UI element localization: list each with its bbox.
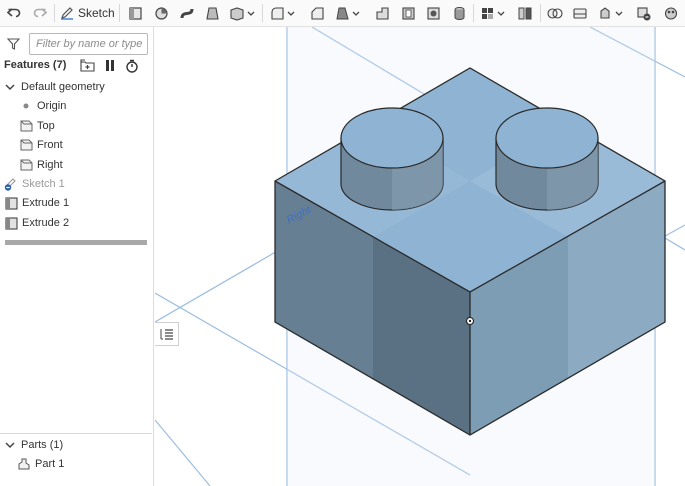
tree-item-origin[interactable]: Origin: [19, 97, 66, 115]
plane-icon: [19, 138, 33, 152]
rollback-bar[interactable]: [5, 240, 147, 245]
feature-filter-input[interactable]: [29, 33, 148, 55]
revolve-icon[interactable]: [151, 3, 171, 23]
filter-icon[interactable]: [7, 38, 20, 50]
toolbar-separator: [54, 4, 55, 22]
delete-part-icon[interactable]: [634, 3, 654, 23]
loft-icon[interactable]: [202, 3, 222, 23]
part-list-item[interactable]: Part 1: [17, 455, 64, 473]
graphics-viewport[interactable]: Right ʻ: [155, 27, 685, 486]
parts-divider[interactable]: [0, 433, 152, 434]
part-icon: [17, 457, 31, 471]
features-header: Features (7): [4, 59, 67, 71]
appearance-icon[interactable]: [661, 3, 681, 23]
toolbar-separator: [473, 4, 474, 22]
plane-icon: [19, 158, 33, 172]
tree-item-label: Origin: [37, 100, 67, 112]
sketch-button[interactable]: Sketch: [60, 3, 115, 23]
chamfer-icon[interactable]: [307, 3, 327, 23]
tree-item-front-plane[interactable]: Front: [19, 136, 63, 154]
tree-item-sketch-1[interactable]: Sketch 1: [4, 175, 65, 193]
cylinder-icon[interactable]: [449, 3, 469, 23]
add-folder-icon[interactable]: [80, 59, 95, 77]
undo-icon[interactable]: [5, 3, 23, 23]
feature-toolbar: Sketch: [0, 0, 685, 27]
tree-item-label: Right: [37, 159, 63, 171]
toolbar-separator: [119, 4, 120, 22]
tree-item-right-plane[interactable]: Right: [19, 156, 63, 174]
origin-icon: [19, 99, 33, 113]
list-icon: [160, 329, 173, 340]
stud-right[interactable]: [495, 107, 599, 211]
tree-item-extrude-2[interactable]: Extrude 2: [4, 214, 69, 232]
redo-icon[interactable]: [31, 3, 49, 23]
tree-item-extrude-1[interactable]: Extrude 1: [4, 194, 69, 212]
plane-icon: [19, 119, 33, 133]
rib-icon[interactable]: [372, 3, 392, 23]
toolbar-separator: [262, 4, 263, 22]
chevron-down-icon[interactable]: [3, 438, 17, 452]
boolean-icon[interactable]: [545, 3, 565, 23]
extrude-icon[interactable]: [125, 3, 145, 23]
shell-icon[interactable]: [398, 3, 418, 23]
timer-icon[interactable]: [125, 59, 139, 78]
stud-left[interactable]: [340, 107, 444, 211]
fillet-dropdown[interactable]: [268, 3, 298, 23]
tree-item-label: Sketch 1: [22, 178, 65, 190]
thicken-dropdown[interactable]: [227, 3, 257, 23]
split-icon[interactable]: [570, 3, 590, 23]
default-geometry-label: Default geometry: [21, 81, 105, 93]
sketch-label: Sketch: [78, 6, 115, 20]
feature-list-toggle[interactable]: [155, 322, 179, 346]
mirror-icon[interactable]: [514, 3, 536, 23]
extrude-icon: [4, 216, 18, 230]
chevron-down-icon[interactable]: [3, 80, 17, 94]
origin-marker[interactable]: [465, 316, 475, 326]
pause-icon[interactable]: [104, 59, 116, 77]
feature-list-panel: Features (7) Default geometry Origin: [0, 27, 154, 486]
extrude-icon: [4, 196, 18, 210]
tree-item-label: Extrude 1: [22, 197, 70, 209]
cad-workspace: Sketch Right ʻ Filter by name or type Fe…: [0, 0, 685, 486]
parts-label: Parts (1): [21, 439, 64, 451]
tree-item-label: Top: [37, 120, 55, 132]
linear-pattern-dropdown[interactable]: [478, 3, 508, 23]
tree-item-top-plane[interactable]: Top: [19, 117, 55, 135]
toolbar-separator: [540, 4, 541, 22]
hidden-sketch-icon: [4, 177, 18, 191]
sketch-icon: [61, 7, 73, 20]
part-label: Part 1: [35, 458, 65, 470]
default-geometry-folder[interactable]: Default geometry: [3, 78, 105, 96]
tree-item-label: Front: [37, 139, 63, 151]
parts-folder[interactable]: Parts (1): [3, 436, 63, 454]
hole-icon[interactable]: [423, 3, 443, 23]
tree-item-label: Extrude 2: [22, 217, 70, 229]
sweep-icon[interactable]: [177, 3, 197, 23]
3d-model-view[interactable]: Right ʻ: [155, 27, 685, 486]
transform-dropdown[interactable]: [596, 3, 626, 23]
draft-dropdown[interactable]: [333, 3, 363, 23]
